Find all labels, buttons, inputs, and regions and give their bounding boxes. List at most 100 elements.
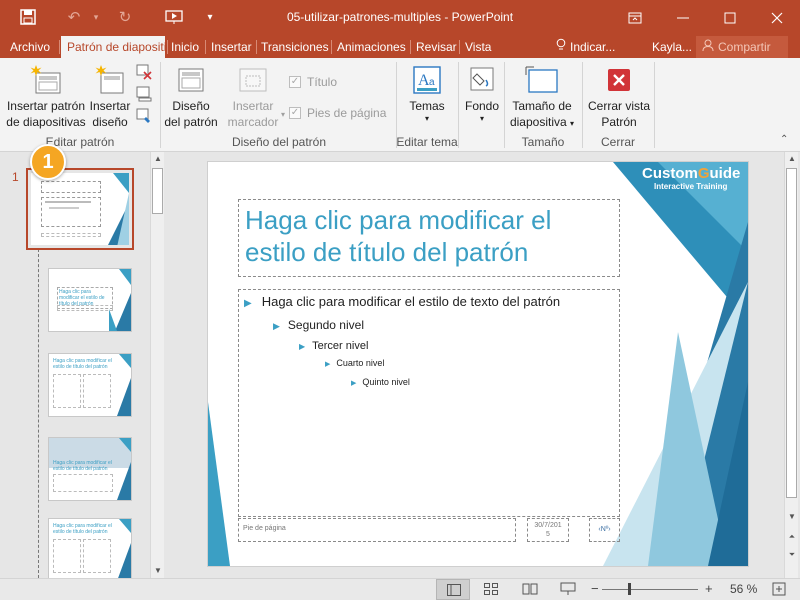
themes-button[interactable]: Aa Temas ▾ bbox=[400, 62, 454, 132]
scroll-up-icon[interactable]: ▲ bbox=[151, 152, 165, 166]
slide-size-label-2: diapositiva ▾ bbox=[509, 115, 575, 129]
insert-layout-icon bbox=[88, 62, 132, 98]
layout-thumbnail[interactable]: Haga clic para modificar el estilo de tí… bbox=[48, 268, 132, 332]
title-checkbox[interactable]: ✓ bbox=[289, 76, 301, 88]
themes-icon: Aa bbox=[400, 62, 454, 98]
page-number-placeholder[interactable]: ‹Nº› bbox=[589, 518, 620, 542]
reading-view-icon[interactable] bbox=[522, 583, 538, 598]
tab-animations[interactable]: Animaciones bbox=[337, 36, 406, 58]
normal-view-icon[interactable] bbox=[436, 579, 470, 600]
previous-slide-icon[interactable]: ⏶ bbox=[785, 532, 799, 546]
tab-file[interactable]: Archivo bbox=[10, 36, 50, 58]
footer-placeholder[interactable]: Pie de página bbox=[238, 518, 516, 542]
zoom-out-button[interactable]: − bbox=[591, 581, 599, 596]
tab-divider bbox=[59, 40, 60, 54]
group-label-edit-master: Editar patrón bbox=[45, 135, 115, 149]
scroll-thumb[interactable] bbox=[786, 168, 797, 498]
footers-checkbox-label: Pies de página bbox=[307, 106, 387, 120]
group-divider bbox=[458, 62, 459, 148]
insert-slide-master-button[interactable]: Insertar patrón de diapositivas bbox=[4, 62, 88, 132]
background-icon bbox=[460, 62, 504, 98]
close-window-icon[interactable] bbox=[754, 0, 800, 36]
share-button[interactable]: Compartir bbox=[696, 36, 788, 58]
next-slide-icon[interactable]: ⏷ bbox=[785, 550, 799, 564]
minimize-icon[interactable] bbox=[660, 0, 706, 36]
title-placeholder-text: Haga clic para modificar el estilo de tí… bbox=[245, 205, 552, 267]
insert-layout-label-1: Insertar bbox=[89, 99, 131, 113]
slide-scrollbar[interactable]: ▲ ▼ ⏶ ⏷ bbox=[784, 152, 798, 578]
thumbnail-scrollbar[interactable]: ▲ ▼ bbox=[150, 152, 164, 578]
preserve-master-icon[interactable] bbox=[136, 108, 154, 126]
insert-placeholder-button[interactable]: Insertar marcador bbox=[222, 62, 284, 132]
delete-slide-icon[interactable] bbox=[136, 64, 154, 82]
title-checkbox-row[interactable]: ✓ Título bbox=[289, 75, 337, 89]
bullet-level-5: ▶ Quinto nivel bbox=[351, 377, 410, 387]
ribbon-display-icon[interactable] bbox=[612, 0, 658, 36]
slide-sorter-icon[interactable] bbox=[484, 583, 498, 598]
zoom-level[interactable]: 56 % bbox=[730, 582, 757, 596]
footers-checkbox[interactable]: ✓ bbox=[289, 107, 301, 119]
tell-me-box[interactable]: Indicar... bbox=[556, 36, 615, 58]
svg-text:a: a bbox=[429, 77, 435, 88]
date-text: 30/7/201 bbox=[534, 522, 562, 529]
background-button[interactable]: Fondo ▾ bbox=[460, 62, 504, 132]
tab-divider bbox=[410, 40, 411, 54]
tab-review[interactable]: Revisar bbox=[416, 36, 457, 58]
slide-size-button[interactable]: Tamaño de diapositiva ▾ bbox=[506, 62, 578, 132]
slide-master-thumbnail[interactable] bbox=[26, 168, 134, 250]
user-name[interactable]: Kayla... bbox=[652, 36, 692, 58]
customguide-logo: CustomGuide bbox=[642, 165, 741, 182]
collapse-ribbon-icon[interactable]: ⌃ bbox=[780, 134, 788, 145]
master-layout-label-2: del patrón bbox=[164, 115, 218, 129]
slide-canvas[interactable]: CustomGuide Interactive Training Haga cl… bbox=[208, 162, 748, 566]
insert-placeholder-label-2: marcador bbox=[227, 115, 279, 129]
tab-divider bbox=[459, 40, 460, 54]
ribbon-tabs: Archivo Patrón de diapositiva Inicio Ins… bbox=[0, 36, 800, 58]
placeholder-dropdown-icon[interactable]: ▾ bbox=[281, 110, 285, 119]
scroll-thumb[interactable] bbox=[152, 168, 163, 214]
close-master-label-1: Cerrar vista bbox=[587, 99, 650, 113]
tab-view[interactable]: Vista bbox=[465, 36, 491, 58]
maximize-icon[interactable] bbox=[707, 0, 753, 36]
footers-checkbox-row[interactable]: ✓ Pies de página bbox=[289, 106, 386, 120]
tab-slide-master[interactable]: Patrón de diapositiva bbox=[61, 36, 165, 58]
scroll-up-icon[interactable]: ▲ bbox=[785, 152, 799, 166]
insert-layout-button[interactable]: Insertar diseño bbox=[88, 62, 132, 132]
master-layout-button[interactable]: Diseño del patrón bbox=[162, 62, 220, 132]
tab-divider bbox=[205, 40, 206, 54]
tab-home[interactable]: Inicio bbox=[171, 36, 199, 58]
group-divider bbox=[160, 62, 161, 148]
insert-master-icon bbox=[4, 62, 88, 98]
insert-placeholder-icon bbox=[222, 62, 284, 98]
title-placeholder[interactable]: Haga clic para modificar el estilo de tí… bbox=[238, 199, 620, 277]
fit-to-window-icon[interactable] bbox=[772, 582, 786, 599]
layout-thumbnail[interactable]: Haga clic para modificar el estilo de tí… bbox=[48, 518, 132, 582]
content-placeholder[interactable]: ▶ Haga clic para modificar el estilo de t… bbox=[238, 289, 620, 517]
tab-transitions[interactable]: Transiciones bbox=[261, 36, 329, 58]
step-callout: 1 bbox=[30, 144, 66, 180]
layout-thumbnail[interactable]: Haga clic para modificar el estilo de tí… bbox=[48, 353, 132, 417]
themes-label: Temas bbox=[409, 99, 445, 113]
scroll-down-icon[interactable]: ▼ bbox=[785, 510, 799, 524]
rename-slide-icon[interactable] bbox=[136, 86, 154, 104]
close-master-view-button[interactable]: Cerrar vista Patrón bbox=[584, 62, 654, 132]
date-placeholder[interactable]: 30/7/201 5 bbox=[527, 518, 569, 542]
layout-thumbnail-title: Haga clic para modificar el estilo de tí… bbox=[53, 460, 112, 472]
scroll-down-icon[interactable]: ▼ bbox=[151, 564, 165, 578]
zoom-in-button[interactable]: + bbox=[705, 581, 713, 596]
background-dropdown-icon: ▾ bbox=[479, 114, 484, 123]
thumbnail-pane: 1 Haga clic para modificar el estilo de … bbox=[0, 152, 164, 582]
zoom-slider[interactable] bbox=[602, 589, 698, 590]
master-layout-icon bbox=[162, 62, 220, 98]
insert-master-label-1: Insertar patrón bbox=[6, 99, 86, 113]
layout-thumbnail-title: Haga clic para modificar el estilo de tí… bbox=[53, 358, 112, 370]
layout-thumbnail[interactable]: Haga clic para modificar el estilo de tí… bbox=[48, 437, 132, 501]
status-bar: − + 56 % bbox=[0, 578, 800, 600]
tab-insert[interactable]: Insertar bbox=[211, 36, 252, 58]
zoom-slider-thumb[interactable] bbox=[628, 583, 631, 595]
lightbulb-icon bbox=[556, 36, 566, 58]
slide-size-icon bbox=[506, 62, 578, 98]
bullet-level-3: ▶ Tercer nivel bbox=[299, 340, 369, 352]
close-master-icon bbox=[584, 62, 654, 98]
slideshow-view-icon[interactable] bbox=[560, 582, 576, 599]
